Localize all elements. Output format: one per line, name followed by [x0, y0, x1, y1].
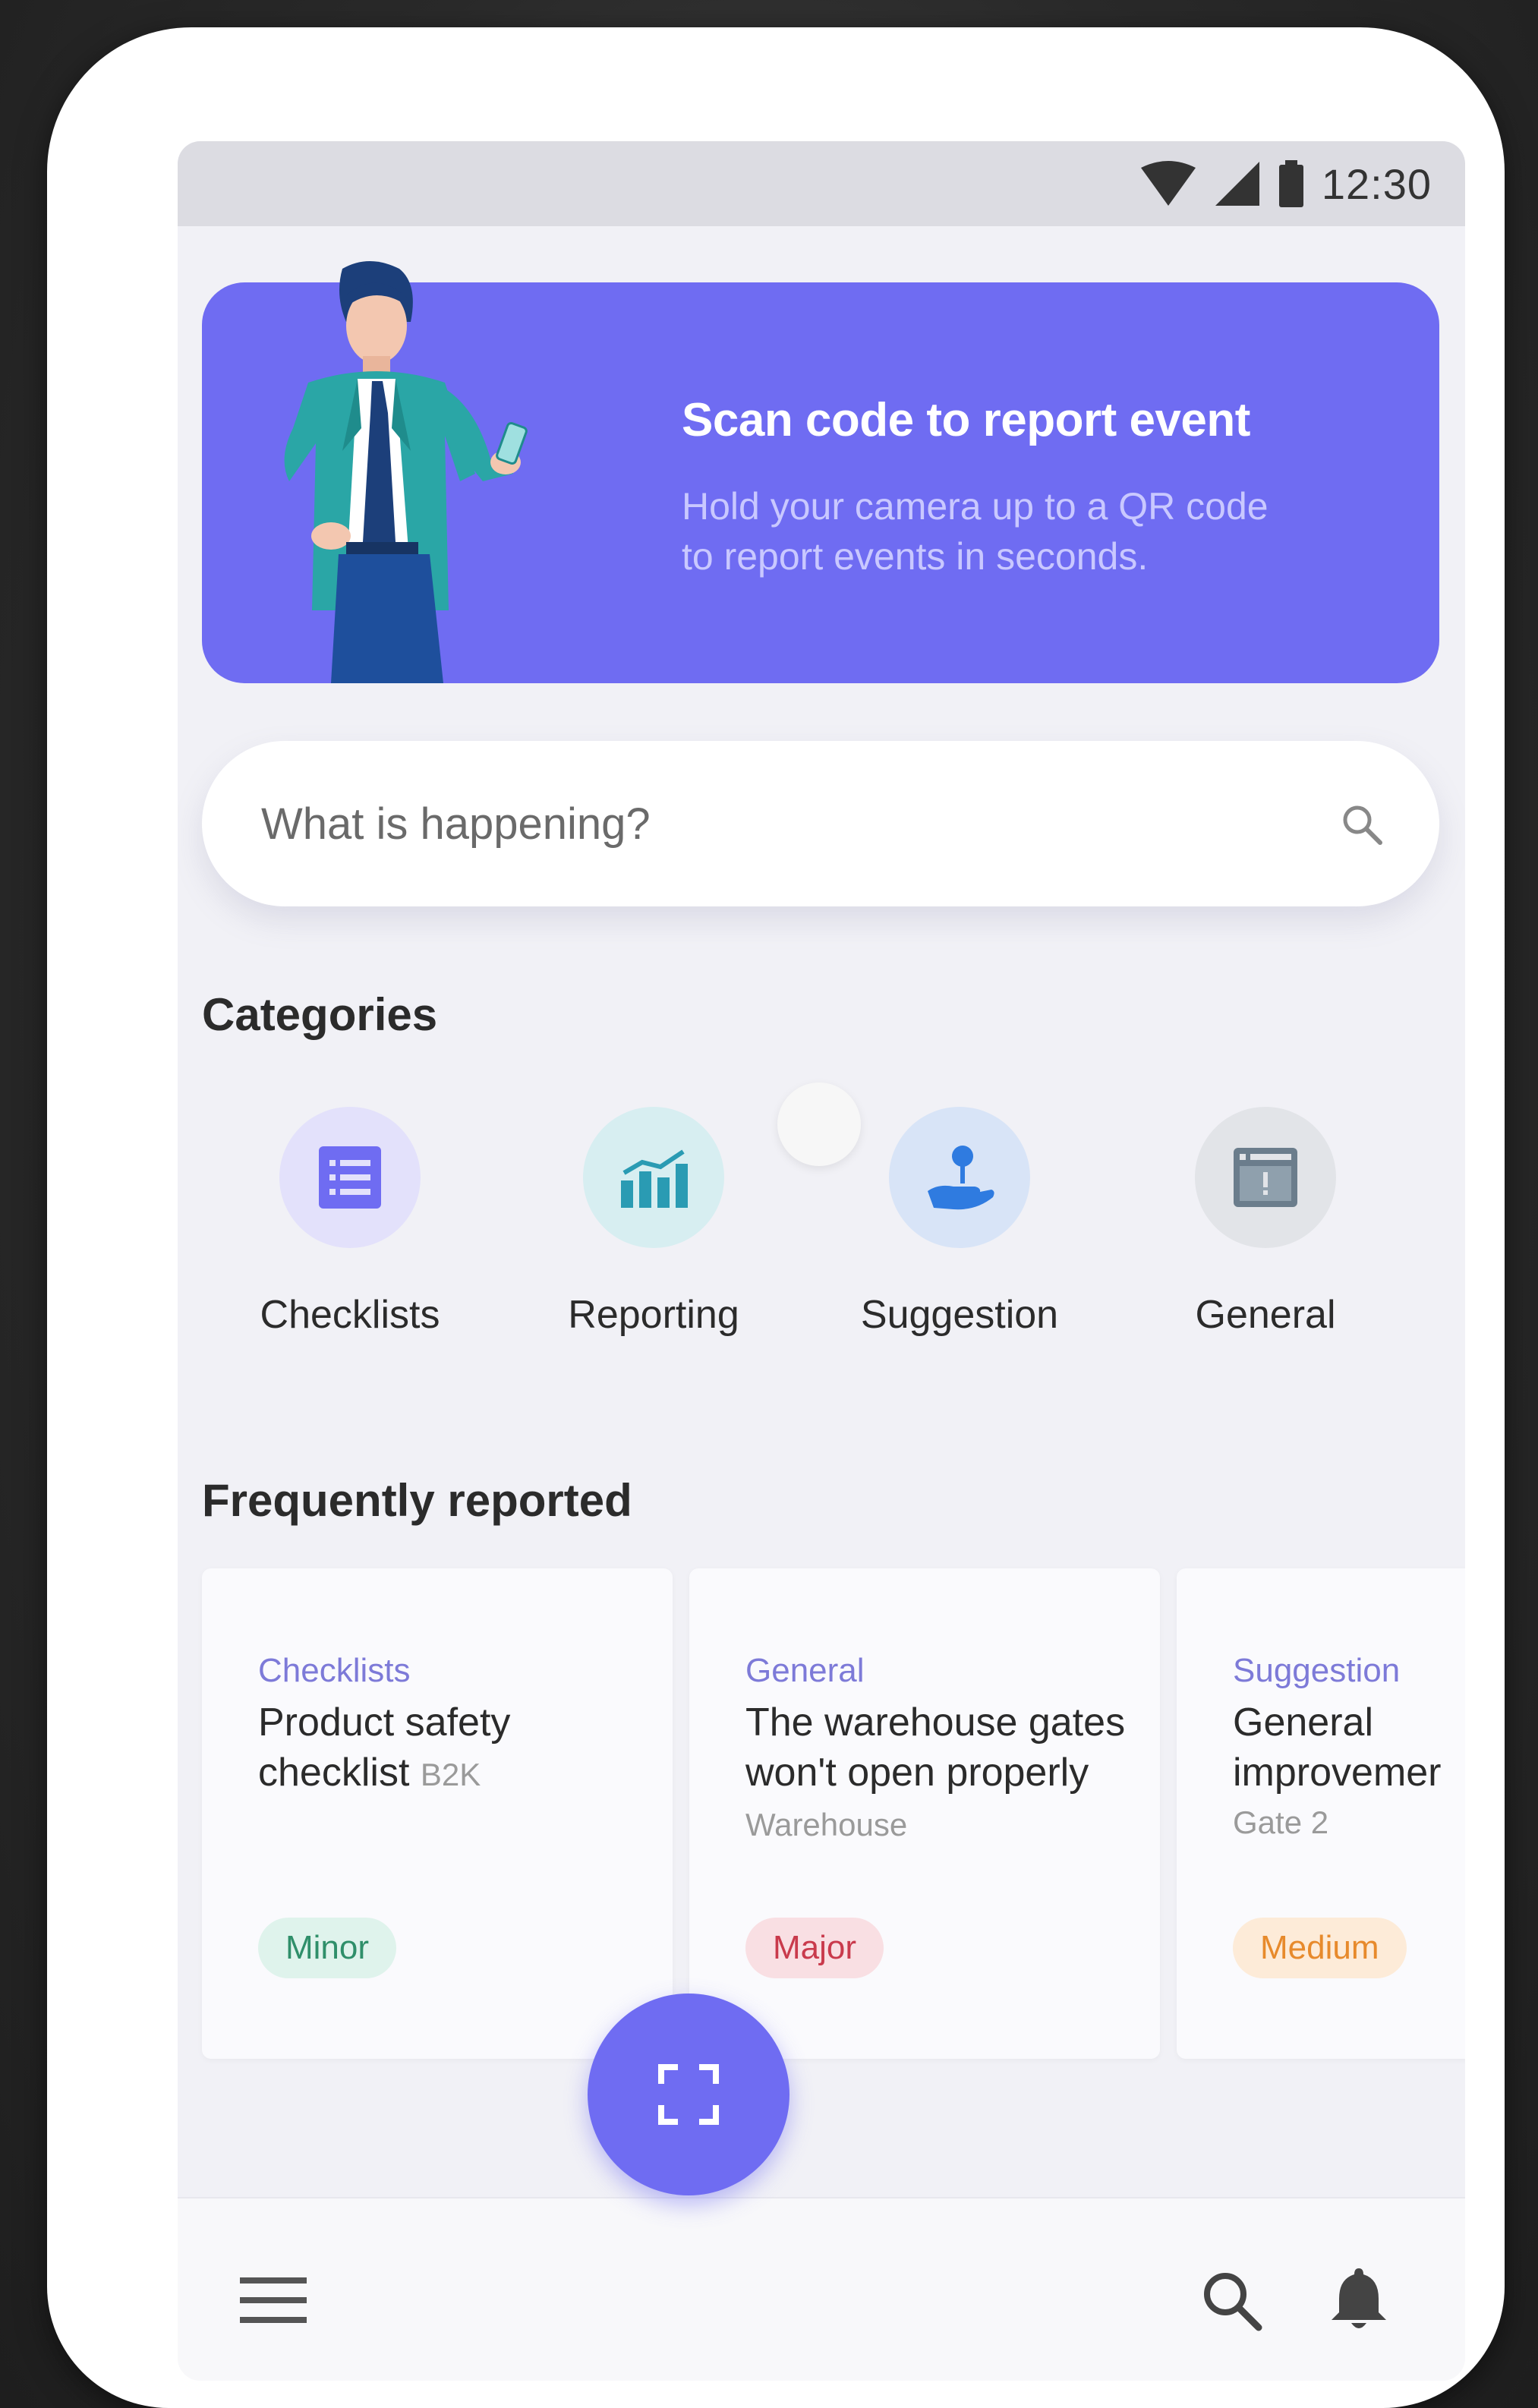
card-location: B2K: [420, 1757, 481, 1792]
businessman-illustration: [284, 261, 528, 683]
category-icon-circle: [583, 1107, 724, 1248]
banner-description: Hold your camera up to a QR code to repo…: [682, 481, 1365, 582]
card-title-block: The warehouse gates won't open properly …: [745, 1697, 1155, 1850]
touch-indicator: [777, 1083, 861, 1166]
banner-description-line-2: to report events in seconds.: [682, 535, 1149, 578]
report-card[interactable]: Suggestion General improvemer Gate 2 Med…: [1177, 1568, 1465, 2059]
signal-icon: [1215, 162, 1259, 206]
banner-description-line-1: Hold your camera up to a QR code: [682, 485, 1269, 528]
card-title: The warehouse gates won't open properly: [745, 1700, 1126, 1795]
search-bar: [202, 741, 1439, 906]
menu-icon[interactable]: [240, 2276, 307, 2324]
scan-icon: [658, 2064, 719, 2125]
bar-chart-icon: [621, 1149, 688, 1208]
window-alert-icon: [1234, 1148, 1297, 1207]
category-general[interactable]: General: [1129, 1107, 1402, 1338]
card-category: Suggestion: [1233, 1652, 1401, 1689]
scan-banner[interactable]: Scan code to report event Hold your came…: [202, 261, 1439, 683]
search-input[interactable]: [260, 785, 1287, 862]
bottom-navigation: [178, 2197, 1465, 2381]
card-title: General improvemer: [1233, 1700, 1442, 1795]
category-reporting[interactable]: Reporting: [517, 1107, 790, 1338]
card-category: General: [745, 1652, 865, 1689]
category-icon-circle: [1195, 1107, 1336, 1248]
frequently-reported-title: Frequently reported: [202, 1475, 632, 1526]
report-card[interactable]: General The warehouse gates won't open p…: [689, 1568, 1160, 2059]
card-title-block: Product safety checklist B2K: [258, 1697, 668, 1800]
banner-title: Scan code to report event: [682, 394, 1250, 446]
category-label: Reporting: [568, 1293, 739, 1337]
phone-frame: 12:30 Scan code to report event Hold you…: [47, 27, 1505, 2408]
categories-title: Categories: [202, 989, 438, 1040]
report-card[interactable]: Checklists Product safety checklist B2K …: [202, 1568, 673, 2059]
severity-badge: Medium: [1233, 1918, 1407, 1978]
bell-icon[interactable]: [1330, 2265, 1388, 2331]
checklist-icon: [319, 1146, 381, 1209]
category-suggestion[interactable]: Suggestion: [823, 1107, 1096, 1338]
card-category: Checklists: [258, 1652, 411, 1689]
category-checklists[interactable]: Checklists: [213, 1107, 487, 1338]
status-time: 12:30: [1321, 159, 1432, 208]
status-bar: 12:30: [178, 141, 1465, 226]
category-icon-circle: [279, 1107, 421, 1248]
app-screen: 12:30 Scan code to report event Hold you…: [178, 141, 1465, 2381]
scan-fab-button[interactable]: [588, 1994, 789, 2195]
category-icon-circle: [889, 1107, 1030, 1248]
card-title-block: General improvemer Gate 2: [1233, 1697, 1465, 1848]
category-label: General: [1195, 1293, 1336, 1337]
card-location: Gate 2: [1233, 1804, 1329, 1840]
search-icon[interactable]: [1199, 2268, 1263, 2332]
category-label: Suggestion: [860, 1293, 1059, 1337]
hand-pin-icon: [928, 1146, 994, 1210]
wifi-icon: [1140, 161, 1196, 206]
category-label: Checklists: [260, 1293, 440, 1337]
search-icon[interactable]: [1338, 800, 1386, 849]
severity-badge: Minor: [258, 1918, 397, 1978]
card-location: Warehouse: [745, 1807, 908, 1842]
severity-badge: Major: [745, 1918, 884, 1978]
battery-icon: [1278, 160, 1303, 207]
